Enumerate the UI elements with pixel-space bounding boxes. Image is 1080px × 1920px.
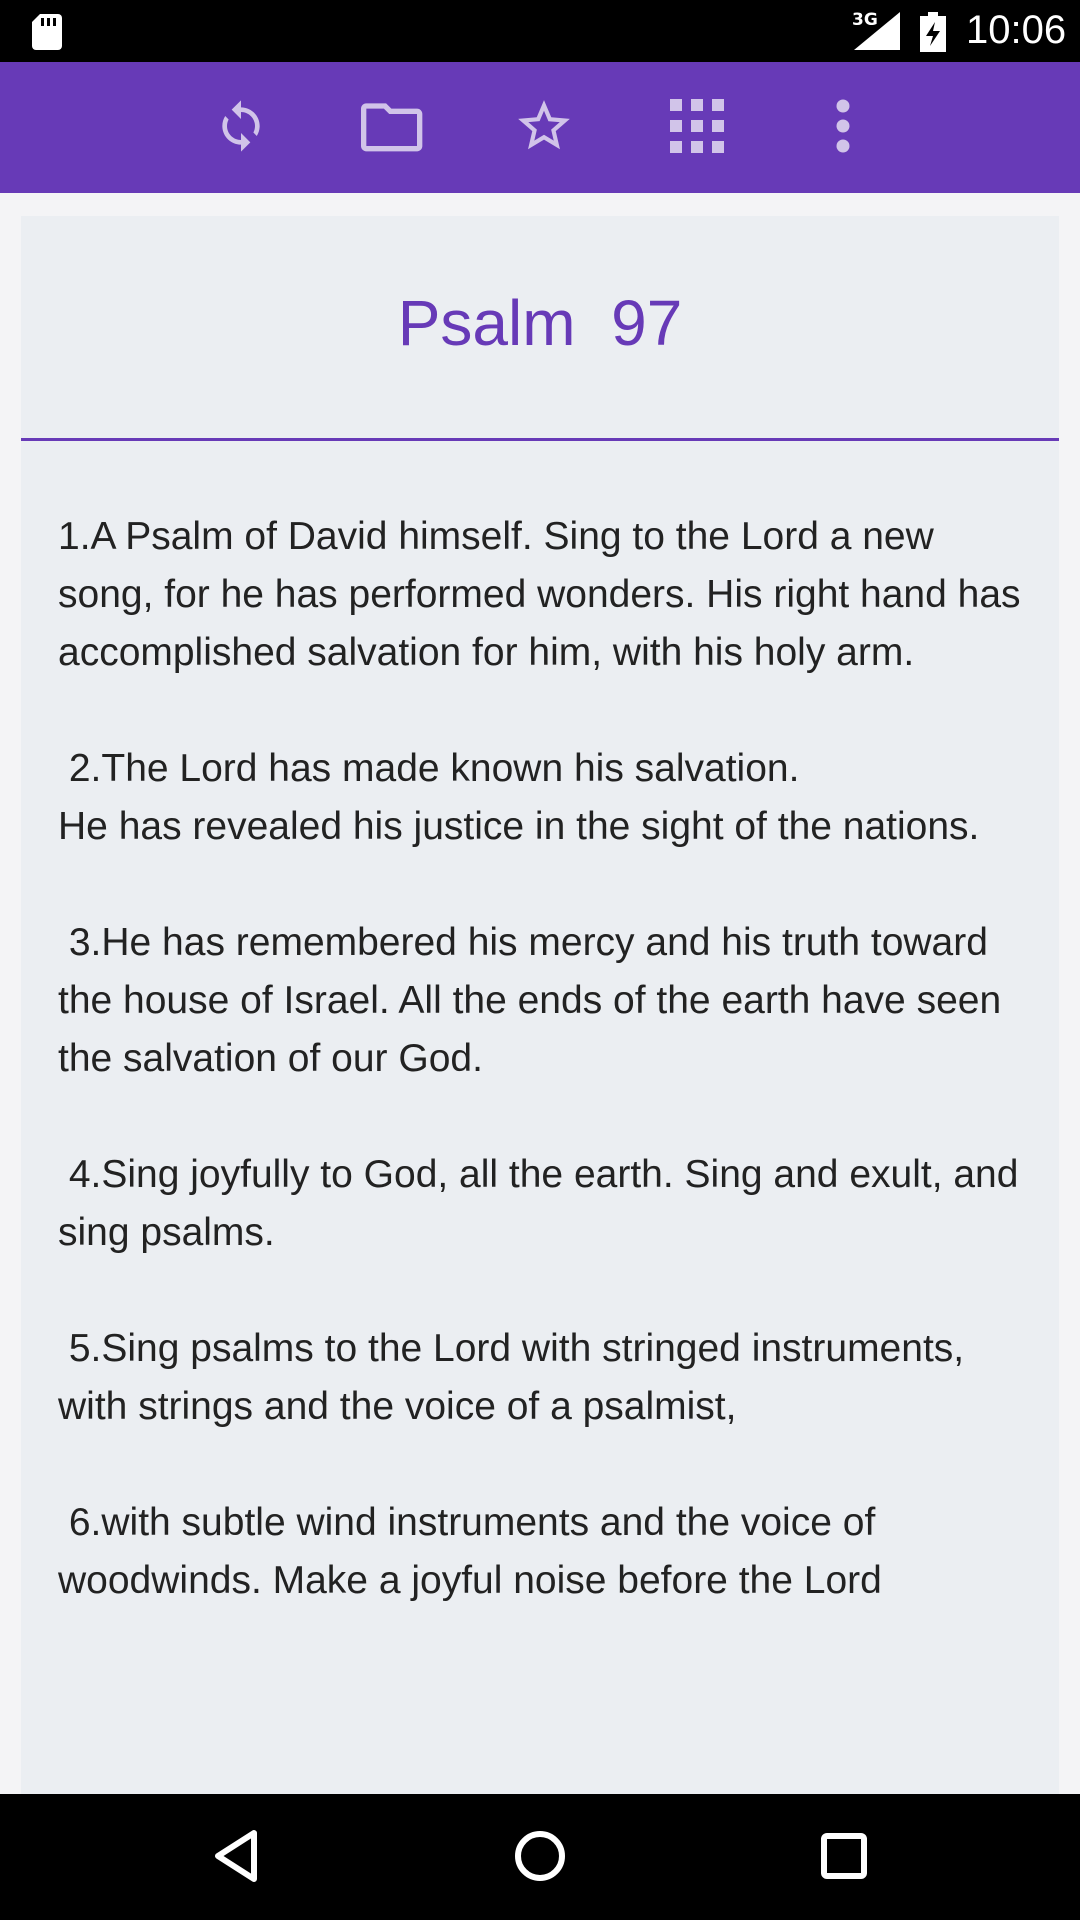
verse-1: 1.A Psalm of David himself. Sing to the …: [58, 515, 1032, 674]
app-toolbar: [0, 62, 1080, 193]
home-button[interactable]: [500, 1818, 580, 1898]
chapters-grid-button[interactable]: [659, 90, 735, 166]
back-button[interactable]: [196, 1818, 276, 1898]
star-icon: [513, 95, 575, 161]
verse-2: 2.The Lord has made known his salvation.…: [58, 747, 980, 848]
verse-3: 3.He has remembered his mercy and his tr…: [58, 921, 1012, 1080]
signal-icon: [854, 12, 900, 54]
recents-button[interactable]: [804, 1818, 884, 1898]
refresh-icon: [213, 98, 269, 158]
home-icon: [513, 1829, 567, 1887]
sd-card-icon: [32, 14, 62, 54]
chapter-title: Psalm 97: [397, 287, 683, 359]
system-nav-bar: [0, 1794, 1080, 1920]
favorite-button[interactable]: [506, 90, 582, 166]
status-clock: 10:06: [966, 8, 1067, 52]
folder-icon: [361, 98, 425, 158]
refresh-button[interactable]: [203, 90, 279, 166]
grid-icon: [670, 99, 724, 157]
status-bar: 3G 10:06: [0, 0, 1080, 62]
chapter-card: Psalm 97 1.A Psalm of David himself. Sin…: [21, 216, 1059, 1796]
verse-5: 5.Sing psalms to the Lord with stringed …: [58, 1327, 975, 1428]
verse-4: 4.Sing joyfully to God, all the earth. S…: [58, 1153, 1030, 1254]
folder-button[interactable]: [355, 90, 431, 166]
more-vert-icon: [835, 99, 851, 157]
battery-charging-icon: [920, 12, 946, 56]
verse-list: 1.A Psalm of David himself. Sing to the …: [58, 508, 1033, 1668]
overflow-menu-button[interactable]: [805, 90, 881, 166]
back-icon: [212, 1829, 260, 1887]
verse-6: 6.with subtle wind instruments and the v…: [58, 1501, 887, 1602]
title-divider: [21, 438, 1059, 441]
recents-icon: [820, 1832, 868, 1884]
